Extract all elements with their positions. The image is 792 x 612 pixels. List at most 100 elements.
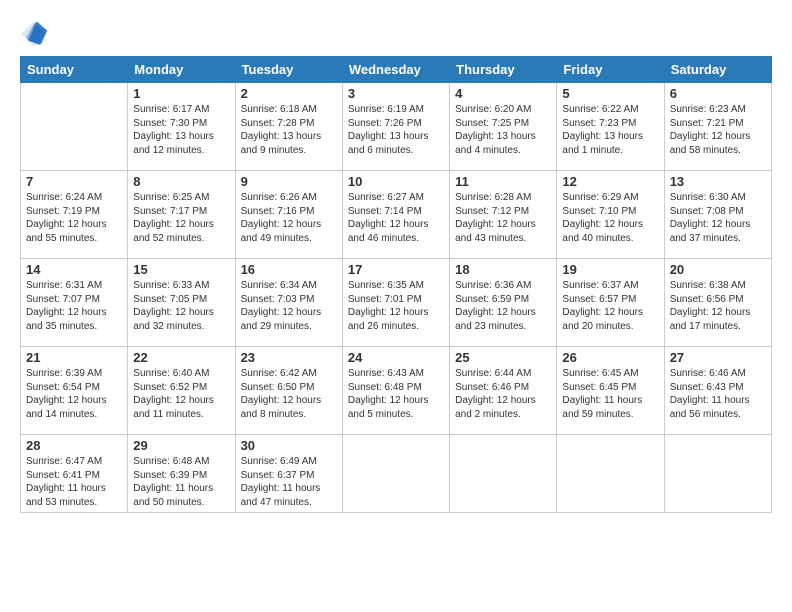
calendar-cell: 30 Sunrise: 6:49 AM Sunset: 6:37 PM Dayli… xyxy=(235,435,342,513)
weekday-header: Wednesday xyxy=(342,57,449,83)
day-info: Sunrise: 6:47 AM Sunset: 6:41 PM Dayligh… xyxy=(26,455,122,509)
day-number: 17 xyxy=(348,262,444,277)
day-info: Sunrise: 6:40 AM Sunset: 6:52 PM Dayligh… xyxy=(133,367,229,421)
day-number: 26 xyxy=(562,350,658,365)
calendar-week-row: 14 Sunrise: 6:31 AM Sunset: 7:07 PM Dayli… xyxy=(21,259,772,347)
calendar-cell: 4Sunrise: 6:20 AM Sunset: 7:25 PM Daylig… xyxy=(450,83,557,171)
day-number: 27 xyxy=(670,350,766,365)
calendar-cell: 11 Sunrise: 6:28 AM Sunset: 7:12 PM Dayli… xyxy=(450,171,557,259)
calendar-cell xyxy=(21,83,128,171)
calendar-cell: 16 Sunrise: 6:34 AM Sunset: 7:03 PM Dayli… xyxy=(235,259,342,347)
day-number: 14 xyxy=(26,262,122,277)
calendar-cell: 22 Sunrise: 6:40 AM Sunset: 6:52 PM Dayli… xyxy=(128,347,235,435)
day-info: Sunrise: 6:38 AM Sunset: 6:56 PM Dayligh… xyxy=(670,279,766,333)
day-number: 29 xyxy=(133,438,229,453)
calendar-cell: 3 Sunrise: 6:19 AM Sunset: 7:26 PM Daylig… xyxy=(342,83,449,171)
calendar-cell: 15 Sunrise: 6:33 AM Sunset: 7:05 PM Dayli… xyxy=(128,259,235,347)
weekday-header: Monday xyxy=(128,57,235,83)
calendar-cell: 9 Sunrise: 6:26 AM Sunset: 7:16 PM Daylig… xyxy=(235,171,342,259)
day-number: 3 xyxy=(348,86,444,101)
day-number: 15 xyxy=(133,262,229,277)
calendar-cell: 24 Sunrise: 6:43 AM Sunset: 6:48 PM Dayli… xyxy=(342,347,449,435)
calendar-week-row: 7Sunrise: 6:24 AM Sunset: 7:19 PM Daylig… xyxy=(21,171,772,259)
calendar-cell xyxy=(450,435,557,513)
day-number: 8 xyxy=(133,174,229,189)
day-number: 10 xyxy=(348,174,444,189)
day-number: 11 xyxy=(455,174,551,189)
day-number: 23 xyxy=(241,350,337,365)
day-info: Sunrise: 6:26 AM Sunset: 7:16 PM Dayligh… xyxy=(241,191,337,245)
calendar-cell: 2 Sunrise: 6:18 AM Sunset: 7:28 PM Daylig… xyxy=(235,83,342,171)
day-info: Sunrise: 6:49 AM Sunset: 6:37 PM Dayligh… xyxy=(241,455,337,509)
calendar-cell xyxy=(342,435,449,513)
day-number: 28 xyxy=(26,438,122,453)
weekday-header: Tuesday xyxy=(235,57,342,83)
day-number: 9 xyxy=(241,174,337,189)
calendar-header-row: SundayMondayTuesdayWednesdayThursdayFrid… xyxy=(21,57,772,83)
day-number: 18 xyxy=(455,262,551,277)
day-info: Sunrise: 6:37 AM Sunset: 6:57 PM Dayligh… xyxy=(562,279,658,333)
logo-icon xyxy=(20,20,48,48)
day-number: 5 xyxy=(562,86,658,101)
logo xyxy=(20,20,52,48)
day-info: Sunrise: 6:23 AM Sunset: 7:21 PM Dayligh… xyxy=(670,103,766,157)
day-number: 16 xyxy=(241,262,337,277)
day-number: 2 xyxy=(241,86,337,101)
day-info: Sunrise: 6:19 AM Sunset: 7:26 PM Dayligh… xyxy=(348,103,444,157)
calendar-week-row: 21Sunrise: 6:39 AM Sunset: 6:54 PM Dayli… xyxy=(21,347,772,435)
day-info: Sunrise: 6:48 AM Sunset: 6:39 PM Dayligh… xyxy=(133,455,229,509)
day-number: 12 xyxy=(562,174,658,189)
calendar-cell: 1 Sunrise: 6:17 AM Sunset: 7:30 PM Daylig… xyxy=(128,83,235,171)
day-info: Sunrise: 6:46 AM Sunset: 6:43 PM Dayligh… xyxy=(670,367,766,421)
day-info: Sunrise: 6:22 AM Sunset: 7:23 PM Dayligh… xyxy=(562,103,658,157)
header xyxy=(20,16,772,48)
day-info: Sunrise: 6:42 AM Sunset: 6:50 PM Dayligh… xyxy=(241,367,337,421)
day-number: 22 xyxy=(133,350,229,365)
day-info: Sunrise: 6:18 AM Sunset: 7:28 PM Dayligh… xyxy=(241,103,337,157)
weekday-header: Friday xyxy=(557,57,664,83)
page: SundayMondayTuesdayWednesdayThursdayFrid… xyxy=(0,0,792,612)
day-number: 13 xyxy=(670,174,766,189)
calendar-cell: 7Sunrise: 6:24 AM Sunset: 7:19 PM Daylig… xyxy=(21,171,128,259)
day-number: 4 xyxy=(455,86,551,101)
day-info: Sunrise: 6:34 AM Sunset: 7:03 PM Dayligh… xyxy=(241,279,337,333)
calendar-cell: 17 Sunrise: 6:35 AM Sunset: 7:01 PM Dayli… xyxy=(342,259,449,347)
calendar-cell: 28 Sunrise: 6:47 AM Sunset: 6:41 PM Dayli… xyxy=(21,435,128,513)
day-info: Sunrise: 6:30 AM Sunset: 7:08 PM Dayligh… xyxy=(670,191,766,245)
day-info: Sunrise: 6:28 AM Sunset: 7:12 PM Dayligh… xyxy=(455,191,551,245)
calendar-cell xyxy=(557,435,664,513)
day-info: Sunrise: 6:33 AM Sunset: 7:05 PM Dayligh… xyxy=(133,279,229,333)
day-info: Sunrise: 6:27 AM Sunset: 7:14 PM Dayligh… xyxy=(348,191,444,245)
calendar-cell: 8Sunrise: 6:25 AM Sunset: 7:17 PM Daylig… xyxy=(128,171,235,259)
calendar-cell: 14 Sunrise: 6:31 AM Sunset: 7:07 PM Dayli… xyxy=(21,259,128,347)
calendar-cell: 6 Sunrise: 6:23 AM Sunset: 7:21 PM Daylig… xyxy=(664,83,771,171)
calendar-cell: 29 Sunrise: 6:48 AM Sunset: 6:39 PM Dayli… xyxy=(128,435,235,513)
calendar-cell: 13 Sunrise: 6:30 AM Sunset: 7:08 PM Dayli… xyxy=(664,171,771,259)
day-info: Sunrise: 6:17 AM Sunset: 7:30 PM Dayligh… xyxy=(133,103,229,157)
calendar-cell xyxy=(664,435,771,513)
day-number: 30 xyxy=(241,438,337,453)
calendar-cell: 10 Sunrise: 6:27 AM Sunset: 7:14 PM Dayli… xyxy=(342,171,449,259)
calendar-cell: 18 Sunrise: 6:36 AM Sunset: 6:59 PM Dayli… xyxy=(450,259,557,347)
day-info: Sunrise: 6:31 AM Sunset: 7:07 PM Dayligh… xyxy=(26,279,122,333)
calendar-cell: 25Sunrise: 6:44 AM Sunset: 6:46 PM Dayli… xyxy=(450,347,557,435)
day-info: Sunrise: 6:35 AM Sunset: 7:01 PM Dayligh… xyxy=(348,279,444,333)
weekday-header: Sunday xyxy=(21,57,128,83)
day-info: Sunrise: 6:45 AM Sunset: 6:45 PM Dayligh… xyxy=(562,367,658,421)
calendar-cell: 5 Sunrise: 6:22 AM Sunset: 7:23 PM Daylig… xyxy=(557,83,664,171)
day-info: Sunrise: 6:29 AM Sunset: 7:10 PM Dayligh… xyxy=(562,191,658,245)
calendar-week-row: 1 Sunrise: 6:17 AM Sunset: 7:30 PM Daylig… xyxy=(21,83,772,171)
calendar-cell: 26 Sunrise: 6:45 AM Sunset: 6:45 PM Dayli… xyxy=(557,347,664,435)
weekday-header: Thursday xyxy=(450,57,557,83)
weekday-header: Saturday xyxy=(664,57,771,83)
day-number: 24 xyxy=(348,350,444,365)
day-info: Sunrise: 6:39 AM Sunset: 6:54 PM Dayligh… xyxy=(26,367,122,421)
day-number: 6 xyxy=(670,86,766,101)
calendar-cell: 23 Sunrise: 6:42 AM Sunset: 6:50 PM Dayli… xyxy=(235,347,342,435)
day-info: Sunrise: 6:44 AM Sunset: 6:46 PM Dayligh… xyxy=(455,367,551,421)
day-info: Sunrise: 6:36 AM Sunset: 6:59 PM Dayligh… xyxy=(455,279,551,333)
calendar-cell: 20Sunrise: 6:38 AM Sunset: 6:56 PM Dayli… xyxy=(664,259,771,347)
day-info: Sunrise: 6:43 AM Sunset: 6:48 PM Dayligh… xyxy=(348,367,444,421)
calendar-table: SundayMondayTuesdayWednesdayThursdayFrid… xyxy=(20,56,772,513)
day-number: 1 xyxy=(133,86,229,101)
